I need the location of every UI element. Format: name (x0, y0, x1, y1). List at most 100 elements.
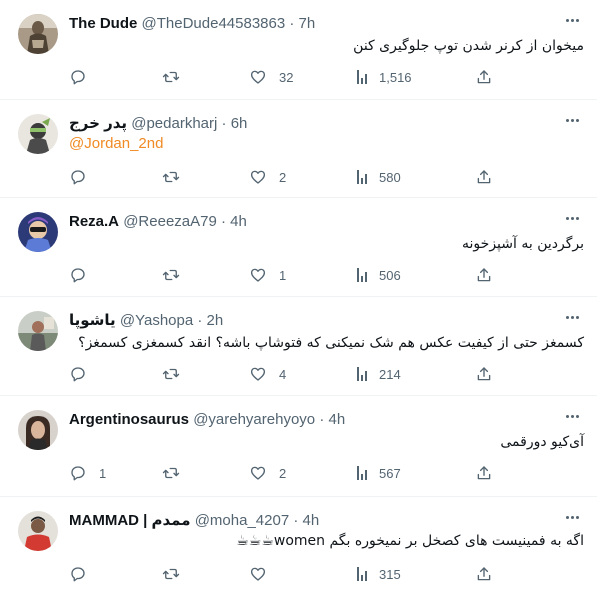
more-options-icon[interactable] (561, 309, 583, 325)
retweet-icon (162, 467, 180, 479)
separator-dot: · (221, 213, 226, 230)
tweet-text: کسمغز حتی از کیفیت عکس هم شک نمیکنی که ف… (78, 335, 584, 351)
user-handle[interactable]: @ReeezaA79 (123, 213, 217, 230)
share-button[interactable] (475, 564, 493, 584)
mention-link[interactable]: @Jordan_2nd (69, 134, 584, 154)
reply-icon (71, 170, 85, 185)
retweet-icon (162, 269, 180, 281)
retweet-button[interactable] (162, 67, 192, 87)
reply-button[interactable] (69, 67, 99, 87)
user-handle[interactable]: @Yashopa (120, 312, 193, 329)
more-options-icon[interactable] (561, 12, 583, 28)
timestamp[interactable]: 4h (329, 411, 346, 428)
reply-count: 1 (99, 465, 107, 481)
views-count: 315 (379, 566, 401, 582)
retweet-button[interactable] (162, 265, 192, 285)
timestamp[interactable]: 6h (231, 115, 248, 132)
tweet[interactable]: پدر خرج @pedarkharj · 6h @Jordan_2nd 2 5… (0, 100, 597, 198)
views-button[interactable]: 1,516 (357, 67, 412, 87)
retweet-button[interactable] (162, 167, 192, 187)
display-name[interactable]: The Dude (69, 15, 137, 32)
retweet-icon (162, 368, 180, 380)
display-name[interactable]: پدر خرج (69, 115, 127, 132)
reply-feed: The Dude @TheDude44583863 · 7h میخوان از… (0, 0, 597, 582)
like-button[interactable]: 2 (249, 463, 286, 483)
avatar[interactable] (18, 14, 58, 54)
display-name[interactable]: Reza.A (69, 213, 119, 230)
avatar[interactable] (18, 511, 58, 551)
retweet-button[interactable] (162, 564, 192, 584)
share-button[interactable] (475, 463, 493, 483)
separator-dot: · (319, 411, 325, 428)
reply-icon (71, 466, 85, 481)
avatar-image (18, 14, 58, 54)
tweet[interactable]: MAMMAD | ممدم @moha_4207 · 4h اگه به فمی… (0, 497, 597, 597)
more-options-icon[interactable] (561, 509, 583, 525)
like-button[interactable] (249, 564, 279, 584)
avatar[interactable] (18, 114, 58, 154)
timestamp[interactable]: 2h (207, 312, 224, 329)
like-button[interactable]: 32 (249, 67, 293, 87)
views-button[interactable]: 580 (357, 167, 401, 187)
views-count: 214 (379, 366, 401, 382)
views-button[interactable]: 214 (357, 364, 401, 384)
reply-button[interactable] (69, 265, 99, 285)
views-button[interactable]: 315 (357, 564, 401, 584)
share-button[interactable] (475, 265, 493, 285)
user-handle[interactable]: @moha_4207 (195, 512, 289, 529)
views-icon (357, 268, 367, 282)
reply-button[interactable] (69, 167, 99, 187)
views-button[interactable]: 506 (357, 265, 401, 285)
reply-icon (71, 268, 85, 283)
tweet-header: یاشوپا @Yashopa · 2h (69, 311, 557, 331)
heart-icon (250, 466, 266, 480)
reply-button[interactable]: 1 (69, 463, 106, 483)
views-count: 506 (379, 267, 401, 283)
timestamp[interactable]: 4h (303, 512, 320, 529)
tweet-actions: 315 (69, 564, 509, 584)
display-name[interactable]: Argentinosaurus (69, 411, 189, 428)
tweet[interactable]: Reza.A @ReeezaA79 · 4h برگردین به آشپزخو… (0, 198, 597, 297)
tweet-text: برگردین به آشپزخونه (462, 236, 584, 252)
tweet[interactable]: Argentinosaurus @yarehyarehyoyo · 4h آی‌… (0, 396, 597, 497)
tweet-header: Reza.A @ReeezaA79 · 4h (69, 212, 557, 232)
views-icon (357, 466, 367, 480)
display-name[interactable]: MAMMAD | ممدم (69, 512, 191, 529)
avatar[interactable] (18, 410, 58, 450)
like-button[interactable]: 4 (249, 364, 286, 384)
tweet-actions: 2 580 (69, 167, 509, 187)
avatar-image (18, 410, 58, 450)
separator-dot: · (197, 312, 203, 329)
views-button[interactable]: 567 (357, 463, 401, 483)
tweet[interactable]: یاشوپا @Yashopa · 2h کسمغز حتی از کیفیت … (0, 297, 597, 396)
like-count: 32 (279, 69, 294, 85)
reply-button[interactable] (69, 364, 99, 384)
user-handle[interactable]: @pedarkharj (131, 115, 217, 132)
heart-icon (250, 170, 266, 184)
display-name[interactable]: یاشوپا (69, 312, 116, 329)
avatar[interactable] (18, 212, 58, 252)
share-button[interactable] (475, 364, 493, 384)
retweet-button[interactable] (162, 364, 192, 384)
user-handle[interactable]: @TheDude44583863 (142, 15, 286, 32)
tweet[interactable]: The Dude @TheDude44583863 · 7h میخوان از… (0, 0, 597, 100)
avatar-image (18, 114, 58, 154)
share-button[interactable] (475, 167, 493, 187)
share-icon (477, 170, 491, 184)
more-options-icon[interactable] (561, 408, 583, 424)
timestamp[interactable]: 7h (299, 15, 316, 32)
reply-button[interactable] (69, 564, 99, 584)
retweet-button[interactable] (162, 463, 192, 483)
reply-icon (71, 70, 85, 85)
more-options-icon[interactable] (561, 112, 583, 128)
avatar[interactable] (18, 311, 58, 351)
views-count: 567 (379, 465, 401, 481)
share-button[interactable] (475, 67, 493, 87)
more-options-icon[interactable] (561, 210, 583, 226)
reply-icon (71, 567, 85, 582)
like-button[interactable]: 2 (249, 167, 286, 187)
like-button[interactable]: 1 (249, 265, 286, 285)
timestamp[interactable]: 4h (230, 213, 247, 230)
user-handle[interactable]: @yarehyarehyoyo (193, 411, 315, 428)
share-icon (477, 567, 491, 581)
